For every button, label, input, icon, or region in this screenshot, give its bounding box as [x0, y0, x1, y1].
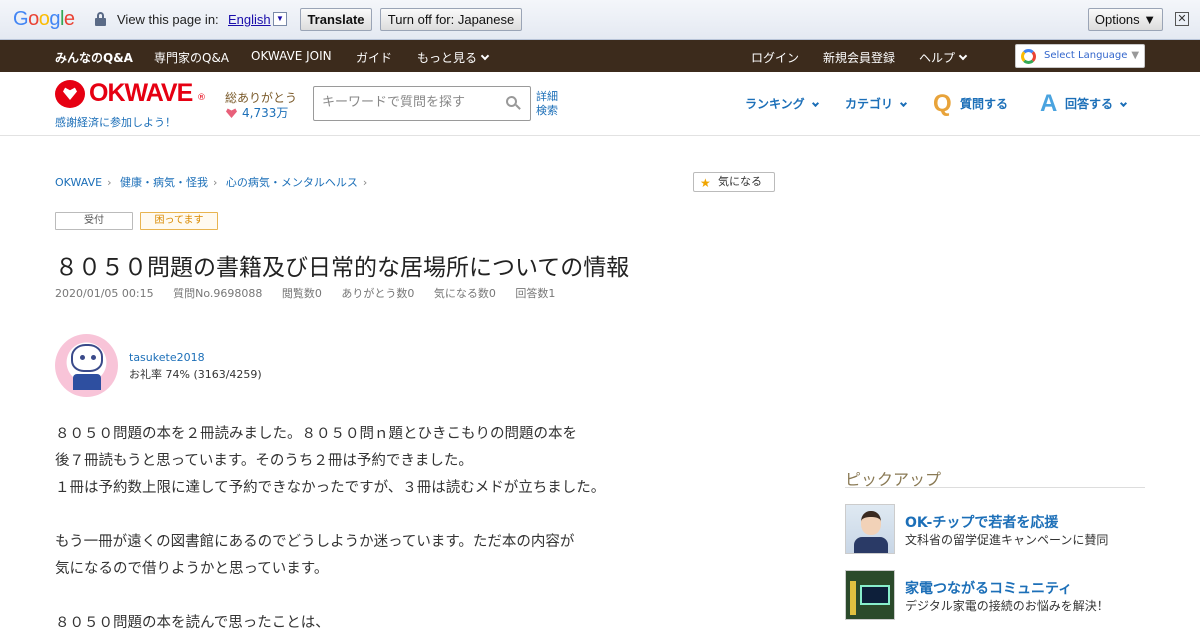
- ranking-label: ランキング: [745, 97, 805, 111]
- nav-more[interactable]: もっと見る: [417, 49, 490, 66]
- breadcrumb-health[interactable]: 健康・病気・怪我: [120, 176, 208, 189]
- view-count: 閲覧数0: [281, 287, 322, 300]
- pickup-item-title[interactable]: 家電つながるコミュニティ: [905, 578, 1072, 598]
- google-translate-bar: Google View this page in: English ▼ Tran…: [0, 0, 1200, 40]
- category-label: カテゴリ: [845, 97, 894, 111]
- language-link[interactable]: English: [228, 12, 271, 27]
- select-language-arrow: ▼: [1131, 50, 1140, 61]
- answer-link[interactable]: 回答する: [1065, 95, 1128, 112]
- turn-off-button[interactable]: Turn off for: Japanese: [380, 8, 522, 31]
- kininaru-label: 気になる: [718, 175, 762, 188]
- tagline-link[interactable]: 感謝経済に参加しよう！: [55, 114, 176, 130]
- nav-expert-qa[interactable]: 専門家のQ&A: [154, 49, 229, 66]
- breadcrumb-sep: ›: [212, 176, 218, 189]
- status-badge-trouble: 困ってます: [140, 212, 218, 230]
- register-link[interactable]: 新規会員登録: [823, 49, 895, 66]
- page-title: ８０５０問題の書籍及び日常的な居場所についての情報: [55, 255, 630, 281]
- site-header: OKWAVE ® 感謝経済に参加しよう！ 総ありがとう 4,733万 詳細検索 …: [0, 72, 1200, 136]
- chevron-down-icon: [1119, 99, 1128, 108]
- heart-icon: [226, 108, 237, 118]
- body-line: 後７冊読もうと思っています。そのうち２冊は予約できました。: [55, 453, 473, 469]
- thanks-count: ありがとう数0: [341, 287, 415, 300]
- help-link[interactable]: ヘルプ: [919, 49, 968, 66]
- language-dropdown-icon[interactable]: ▼: [273, 12, 287, 26]
- body-line: ８０５０問題の本を２冊読みました。８０５０問ｎ題とひきこもりの問題の本を: [55, 426, 577, 442]
- pickup-item-sub: 文科省の留学促進キャンペーンに賛同: [905, 533, 1109, 547]
- pickup-thumbnail[interactable]: [845, 570, 895, 620]
- google-g-icon: [1021, 49, 1036, 64]
- google-logo: Google: [13, 8, 75, 30]
- close-icon[interactable]: ✕: [1175, 12, 1189, 26]
- body-line: １冊は予約数上限に達して予約できなかったですが、３冊は読むメドが立ちました。: [55, 480, 606, 496]
- kininaru-button[interactable]: ★ 気になる: [693, 172, 775, 192]
- answer-label: 回答する: [1065, 97, 1114, 111]
- logo-registered-mark: ®: [197, 93, 206, 103]
- status-badge-received: 受付: [55, 212, 133, 230]
- advanced-search-link[interactable]: 詳細検索: [536, 90, 562, 118]
- breadcrumb-okwave[interactable]: OKWAVE: [55, 176, 102, 189]
- nav-guide[interactable]: ガイド: [356, 49, 392, 66]
- search-input[interactable]: [322, 95, 502, 110]
- star-icon: ★: [700, 176, 711, 190]
- search-box: [313, 86, 531, 121]
- options-button[interactable]: Options ▼: [1088, 8, 1163, 31]
- nav-ranking[interactable]: ランキング: [745, 95, 819, 112]
- question-date: 2020/01/05 00:15: [55, 287, 154, 300]
- chevron-down-icon: [811, 99, 819, 108]
- chevron-down-icon: [480, 51, 490, 61]
- avatar[interactable]: [55, 334, 118, 397]
- question-number: 質問No.9698088: [173, 287, 263, 300]
- user-name-link[interactable]: tasukete2018: [129, 351, 205, 364]
- pickup-divider: [845, 487, 1145, 488]
- nav-category[interactable]: カテゴリ: [845, 95, 908, 112]
- login-link[interactable]: ログイン: [751, 49, 799, 66]
- total-thanks-count: 4,733万: [242, 106, 289, 120]
- question-body: ８０５０問題の本を２冊読みました。８０５０問ｎ題とひきこもりの問題の本を 後７冊…: [55, 421, 695, 637]
- lock-icon: [95, 12, 106, 26]
- nav-minna-qa[interactable]: みんなのQ&A: [55, 49, 133, 66]
- select-language-label: Select Language: [1044, 50, 1128, 61]
- chevron-down-icon: [958, 51, 968, 61]
- answer-a-icon[interactable]: A: [1040, 90, 1057, 118]
- search-icon[interactable]: [506, 96, 521, 110]
- pickup-item-sub: デジタル家電の接続のお悩みを解決！: [905, 599, 1109, 613]
- translate-button[interactable]: Translate: [300, 8, 372, 31]
- pickup-thumbnail[interactable]: [845, 504, 895, 554]
- breadcrumb-sep: ›: [107, 176, 112, 189]
- chevron-down-icon: [899, 99, 908, 108]
- user-thanks-rate: お礼率 74% (3163/4259): [129, 368, 262, 381]
- breadcrumb: OKWAVE › 健康・病気・怪我 › 心の病気・メンタルヘルス ›: [55, 174, 372, 190]
- site-logo[interactable]: OKWAVE: [89, 79, 193, 108]
- ask-question-link[interactable]: 質問する: [960, 95, 1008, 112]
- pickup-item-title[interactable]: OK-チップで若者を応援: [905, 512, 1058, 532]
- view-page-text: View this page in:: [117, 12, 219, 27]
- body-line: ８０５０問題の本を読んで思ったことは、: [55, 615, 330, 631]
- breadcrumb-sep: ›: [362, 176, 368, 189]
- body-line: もう一冊が遠くの図書館にあるのでどうしようか迷っています。ただ本の内容が: [55, 534, 575, 550]
- body-line: 気になるので借りようかと思っています。: [55, 561, 329, 577]
- nav-okwave-join[interactable]: OKWAVE JOIN: [251, 49, 332, 63]
- select-language-dropdown[interactable]: Select Language ▼: [1015, 44, 1145, 68]
- help-label: ヘルプ: [919, 51, 956, 65]
- answer-count: 回答数1: [515, 287, 556, 300]
- breadcrumb-mental-health[interactable]: 心の病気・メンタルヘルス: [226, 176, 358, 189]
- kininaru-count: 気になる数0: [433, 287, 496, 300]
- question-meta: 2020/01/05 00:15 質問No.9698088 閲覧数0 ありがとう…: [55, 285, 571, 301]
- nav-more-label: もっと見る: [417, 51, 478, 65]
- question-q-icon[interactable]: Q: [933, 90, 952, 118]
- heart-logo-icon[interactable]: [55, 80, 85, 108]
